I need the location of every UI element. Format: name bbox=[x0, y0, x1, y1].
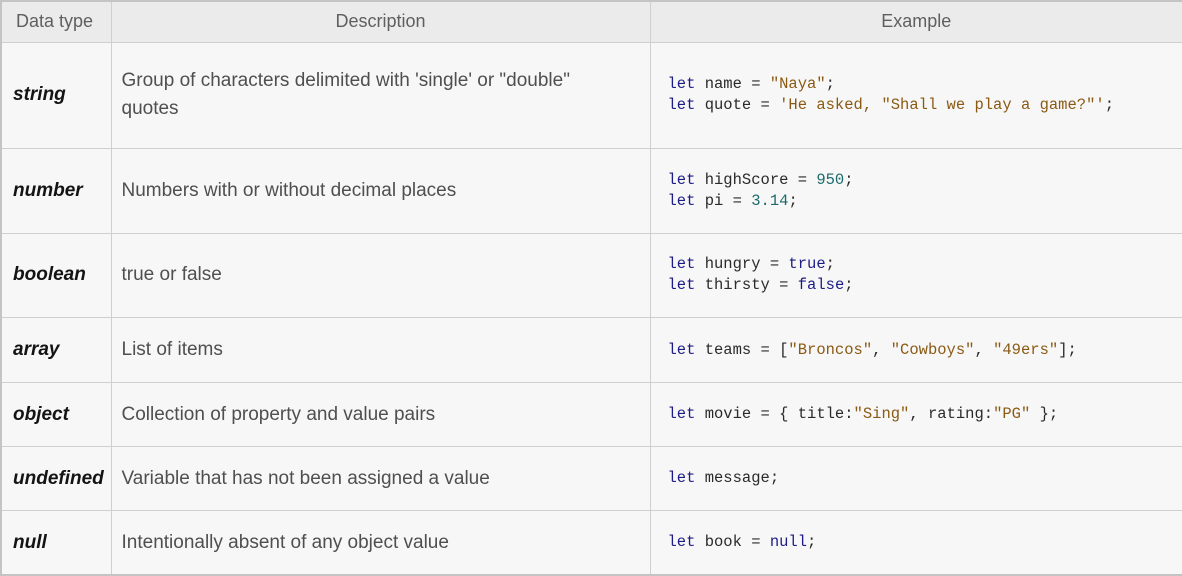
type-description: Intentionally absent of any object value bbox=[110, 510, 651, 576]
header-data-type: Data type bbox=[0, 0, 112, 43]
table-row: string Group of characters delimited wit… bbox=[0, 41, 1182, 149]
code-line: let quote = 'He asked, "Shall we play a … bbox=[667, 96, 1115, 115]
code-line: let pi = 3.14; bbox=[667, 191, 798, 210]
type-description: Collection of property and value pairs bbox=[110, 382, 651, 448]
code-line: let book = null; bbox=[667, 533, 817, 552]
type-description: Numbers with or without decimal places bbox=[110, 147, 651, 234]
type-description: Group of characters delimited with 'sing… bbox=[110, 41, 651, 149]
type-description: Variable that has not been assigned a va… bbox=[110, 446, 651, 512]
table-row: boolean true or false let hungry = true;… bbox=[0, 232, 1182, 319]
code-example: let message; bbox=[649, 446, 1182, 512]
type-description: true or false bbox=[110, 232, 651, 319]
data-types-table: Data type Description Example string Gro… bbox=[0, 0, 1182, 576]
table-row: object Collection of property and value … bbox=[0, 382, 1182, 448]
code-line: let movie = { title:"Sing", rating:"PG" … bbox=[667, 405, 1059, 424]
header-description: Description bbox=[110, 0, 651, 43]
code-example: let hungry = true; let thirsty = false; bbox=[649, 232, 1182, 319]
header-row: Data type Description Example bbox=[0, 0, 1182, 43]
type-name: string bbox=[0, 41, 112, 149]
table-row: number Numbers with or without decimal p… bbox=[0, 147, 1182, 234]
type-name: object bbox=[0, 382, 112, 448]
table-row: undefined Variable that has not been ass… bbox=[0, 446, 1182, 512]
code-example: let name = "Naya"; let quote = 'He asked,… bbox=[649, 41, 1182, 149]
code-example: let book = null; bbox=[649, 510, 1182, 576]
code-example: let teams = ["Broncos", "Cowboys", "49er… bbox=[649, 316, 1182, 384]
type-name: null bbox=[0, 510, 112, 576]
type-name: number bbox=[0, 147, 112, 234]
code-line: let thirsty = false; bbox=[667, 276, 854, 295]
code-example: let highScore = 950; let pi = 3.14; bbox=[649, 147, 1182, 234]
code-example: let movie = { title:"Sing", rating:"PG" … bbox=[649, 382, 1182, 448]
type-name: array bbox=[0, 316, 112, 384]
code-line: let highScore = 950; bbox=[667, 170, 854, 189]
code-line: let message; bbox=[667, 469, 780, 488]
header-example: Example bbox=[649, 0, 1182, 43]
type-name: undefined bbox=[0, 446, 112, 512]
type-description: List of items bbox=[110, 316, 651, 384]
table-row: null Intentionally absent of any object … bbox=[0, 510, 1182, 576]
type-name: boolean bbox=[0, 232, 112, 319]
table-row: array List of items let teams = ["Bronco… bbox=[0, 316, 1182, 384]
code-line: let hungry = true; bbox=[667, 255, 835, 274]
code-line: let teams = ["Broncos", "Cowboys", "49er… bbox=[667, 340, 1077, 359]
code-line: let name = "Naya"; bbox=[667, 75, 835, 94]
